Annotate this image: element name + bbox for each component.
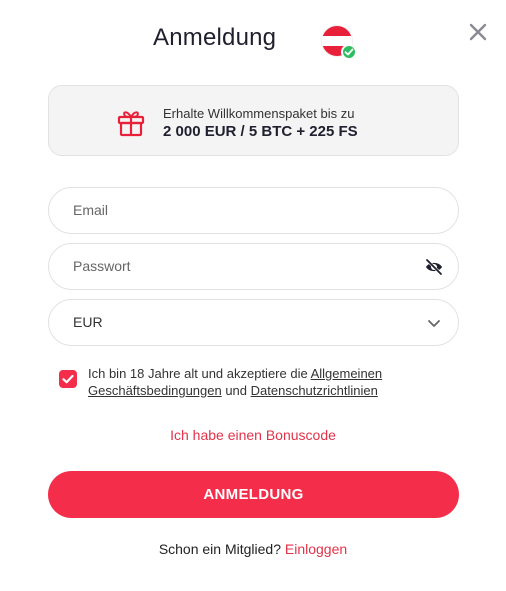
email-field[interactable] (73, 188, 403, 233)
promo-subtitle: Erhalte Willkommenspaket bis zu (163, 106, 355, 121)
promo-amount: 2 000 EUR / 5 BTC + 225 FS (163, 123, 358, 140)
login-link[interactable]: Einloggen (285, 541, 347, 557)
password-field-wrapper (48, 243, 459, 290)
login-prompt: Schon ein Mitglied? Einloggen (0, 541, 506, 557)
close-icon[interactable] (466, 20, 490, 44)
bonus-code-link[interactable]: Ich habe einen Bonuscode (0, 427, 506, 443)
check-badge-icon (341, 44, 357, 60)
chevron-down-icon (424, 313, 444, 338)
register-button[interactable]: ANMELDUNG (48, 471, 459, 518)
password-field[interactable] (73, 244, 403, 289)
login-question: Schon ein Mitglied? (158, 541, 285, 557)
terms-text: Ich bin 18 Jahre alt und akzeptiere die … (88, 365, 448, 399)
currency-value: EUR (73, 314, 103, 330)
currency-select[interactable]: EUR (48, 299, 459, 346)
terms-checkbox[interactable] (59, 370, 77, 388)
eye-off-icon[interactable] (424, 257, 444, 282)
privacy-link[interactable]: Datenschutzrichtlinien (251, 383, 378, 398)
terms-middle: und (221, 383, 251, 398)
modal-title: Anmeldung (153, 24, 277, 51)
welcome-bonus-banner: Erhalte Willkommenspaket bis zu 2 000 EU… (48, 85, 459, 156)
email-field-wrapper (48, 187, 459, 234)
gift-icon (115, 106, 147, 143)
checkmark-icon (62, 374, 74, 384)
registration-modal: Anmeldung Erhalte Willkommenspaket bis z… (0, 0, 506, 591)
terms-prefix: Ich bin 18 Jahre alt und akzeptiere die (88, 366, 311, 381)
